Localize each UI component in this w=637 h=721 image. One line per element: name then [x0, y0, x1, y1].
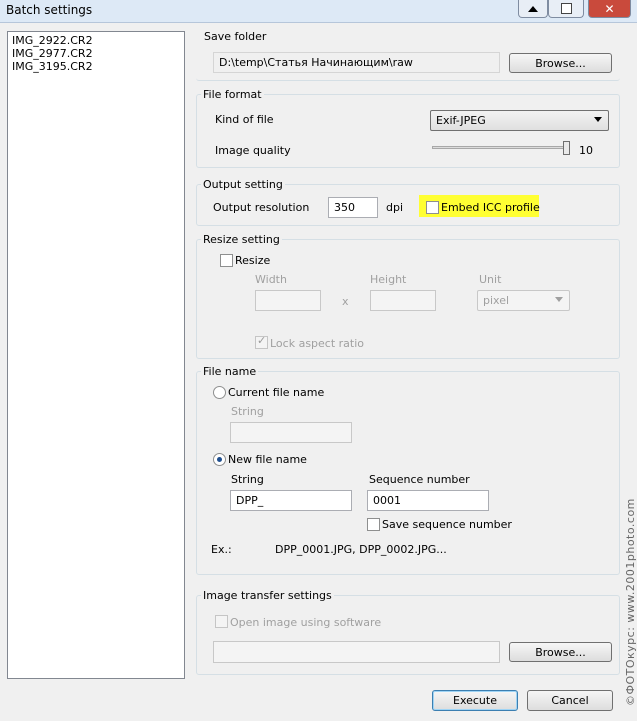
unit-label: Unit — [479, 273, 502, 286]
embed-icc-checkbox[interactable] — [426, 201, 439, 214]
sequence-number-input[interactable]: 0001 — [367, 490, 489, 511]
execute-button[interactable]: Execute — [432, 690, 518, 711]
example-label: Ex.: — [211, 543, 232, 556]
save-sequence-checkbox[interactable] — [367, 518, 380, 531]
output-setting-label: Output setting — [201, 178, 285, 191]
width-label: Width — [255, 273, 287, 286]
list-item[interactable]: IMG_2922.CR2 — [12, 34, 180, 47]
width-input[interactable] — [255, 290, 321, 311]
image-quality-slider-thumb[interactable] — [563, 141, 570, 155]
height-label: Height — [370, 273, 407, 286]
string-label: String — [231, 473, 264, 486]
save-sequence-label[interactable]: Save sequence number — [382, 518, 512, 531]
current-string-input[interactable] — [230, 422, 352, 443]
close-button[interactable]: ✕ — [588, 0, 631, 18]
restore-icon — [560, 3, 572, 14]
output-resolution-label: Output resolution — [213, 201, 310, 214]
image-quality-label: Image quality — [215, 144, 291, 157]
sequence-number-label: Sequence number — [369, 473, 470, 486]
save-folder-path: D:\temp\Статья Начинающим\raw — [213, 52, 500, 73]
chevron-down-icon — [594, 117, 602, 122]
software-path-input[interactable] — [213, 641, 500, 663]
new-file-name-radio[interactable] — [213, 453, 226, 466]
triangle-up-icon — [528, 5, 538, 12]
kind-of-file-select[interactable]: Exif-JPEG — [430, 110, 609, 131]
new-file-name-label[interactable]: New file name — [228, 453, 307, 466]
list-item[interactable]: IMG_2977.CR2 — [12, 47, 180, 60]
save-folder-label: Save folder — [202, 30, 269, 43]
lock-aspect-checkbox[interactable] — [255, 334, 268, 349]
restore-button[interactable] — [548, 0, 584, 18]
kind-of-file-label: Kind of file — [215, 113, 274, 126]
watermark-text: ©ФОТОкурс: www.2001photo.com — [624, 498, 637, 706]
kind-of-file-value: Exif-JPEG — [436, 114, 486, 127]
list-item[interactable]: IMG_3195.CR2 — [12, 60, 180, 73]
browse-folder-button[interactable]: Browse... — [509, 53, 612, 73]
string-input[interactable]: DPP_ — [230, 490, 352, 511]
image-quality-value: 10 — [579, 144, 593, 157]
example-value: DPP_0001.JPG, DPP_0002.JPG... — [275, 543, 447, 556]
browse-software-button[interactable]: Browse... — [509, 642, 612, 662]
open-image-label[interactable]: Open image using software — [230, 616, 381, 629]
current-file-name-radio[interactable] — [213, 386, 226, 399]
image-transfer-label: Image transfer settings — [201, 589, 334, 602]
current-file-name-label[interactable]: Current file name — [228, 386, 324, 399]
open-image-checkbox[interactable] — [215, 615, 228, 628]
close-icon: ✕ — [604, 1, 615, 16]
resize-setting-label: Resize setting — [201, 233, 282, 246]
resize-label[interactable]: Resize — [235, 254, 270, 267]
collapse-button[interactable] — [518, 0, 548, 18]
resize-checkbox[interactable] — [220, 254, 233, 267]
file-list[interactable]: IMG_2922.CR2 IMG_2977.CR2 IMG_3195.CR2 — [7, 31, 185, 679]
chevron-down-icon — [555, 297, 563, 302]
file-format-label: File format — [201, 88, 264, 101]
lock-aspect-label[interactable]: Lock aspect ratio — [270, 337, 364, 350]
cancel-button[interactable]: Cancel — [527, 690, 613, 711]
unit-select[interactable]: pixel — [477, 290, 570, 311]
file-name-label: File name — [201, 365, 259, 378]
unit-value: pixel — [483, 294, 510, 307]
dimension-separator: x — [342, 295, 349, 308]
current-string-label: String — [231, 405, 264, 418]
embed-icc-label[interactable]: Embed ICC profile — [441, 201, 540, 214]
title-bar: Batch settings ✕ — [0, 0, 637, 23]
output-resolution-input[interactable]: 350 — [328, 197, 378, 218]
image-transfer-group: Image transfer settings — [196, 589, 620, 675]
window-title: Batch settings — [6, 3, 93, 17]
height-input[interactable] — [370, 290, 436, 311]
resolution-unit-label: dpi — [386, 201, 404, 214]
image-quality-slider[interactable] — [432, 146, 568, 149]
